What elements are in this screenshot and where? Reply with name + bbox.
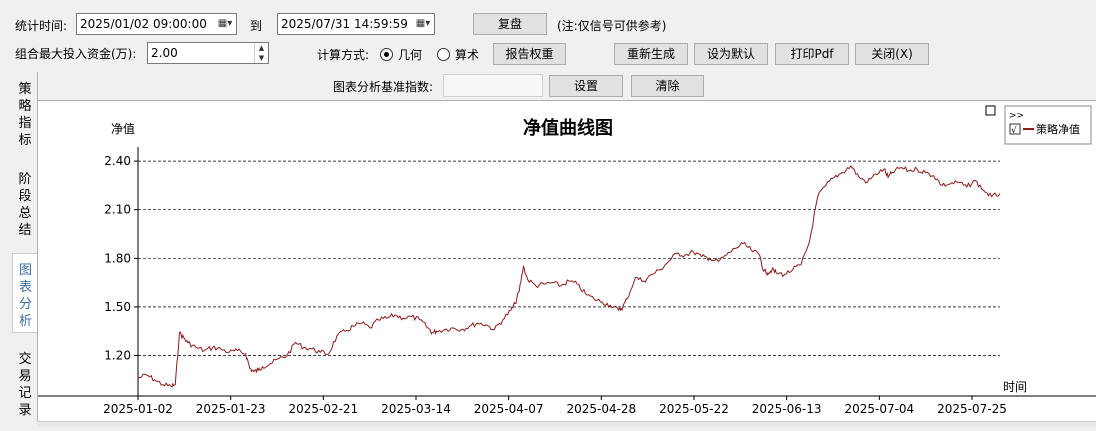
tab-phase-summary[interactable]: 阶段总结 [12, 171, 38, 243]
end-datetime-value: 2025/07/31 14:59:59 [281, 17, 408, 31]
end-datetime-input[interactable]: 2025/07/31 14:59:59 ▦▾ [277, 13, 435, 35]
tab-char: 图 [18, 263, 32, 278]
tab-char: 析 [18, 314, 32, 329]
tab-char: 指 [18, 116, 32, 131]
x-tick-label: 2025-04-07 [474, 402, 544, 416]
calc-geometric-radio[interactable] [380, 48, 393, 61]
calc-method-label: 计算方式: [317, 48, 370, 62]
legend-series-name: 策略净值 [1036, 122, 1080, 136]
tab-char: 分 [18, 297, 32, 312]
x-tick-label: 2025-01-02 [103, 402, 173, 416]
to-label: 到 [250, 19, 263, 33]
tab-char: 标 [18, 133, 32, 148]
replay-button[interactable]: 复盘 [473, 13, 547, 35]
x-tick-label: 2025-05-22 [659, 402, 729, 416]
x-tick-label: 2025-03-14 [381, 402, 451, 416]
y-tick-label: 1.80 [104, 251, 131, 265]
x-tick-label: 2025-07-04 [844, 402, 914, 416]
legend-expand[interactable]: >> [1009, 111, 1024, 121]
maximize-icon[interactable] [985, 105, 996, 116]
tab-trade-records[interactable]: 交易记录 [12, 351, 38, 423]
net-value-chart: 净值曲线图 净值 时间 2.40 2.10 1.80 1.50 1.20 2025-01-… [38, 105, 1096, 416]
regenerate-button[interactable]: 重新生成 [614, 43, 688, 65]
y-axis-label: 净值 [111, 121, 135, 136]
calendar-dropdown-icon[interactable]: ▦▾ [413, 15, 433, 33]
print-pdf-button[interactable]: 打印Pdf [775, 43, 849, 65]
y-tick-label: 1.20 [104, 349, 131, 363]
x-tick-label: 2025-01-23 [196, 402, 266, 416]
tab-char: 交 [18, 352, 32, 367]
max-capital-label: 组合最大投入资金(万): [15, 47, 137, 61]
x-axis-label: 时间 [1003, 380, 1027, 394]
set-default-button[interactable]: 设为默认 [694, 43, 768, 65]
calc-geometric-label: 几何 [398, 48, 423, 62]
tab-char: 阶 [18, 172, 32, 187]
benchmark-input[interactable] [443, 74, 543, 97]
calendar-dropdown-icon[interactable]: ▦▾ [215, 15, 235, 33]
tab-strategy-metrics[interactable]: 策略指标 [12, 81, 38, 153]
tab-char: 易 [18, 369, 32, 384]
note-text: (注:仅信号可供参考) [557, 19, 667, 33]
tab-char: 录 [18, 403, 32, 418]
x-tick-label: 2025-02-21 [288, 402, 358, 416]
stat-time-label: 统计时间: [15, 19, 68, 33]
calc-arithmetic-radio[interactable] [437, 48, 450, 61]
net-value-series-line [137, 165, 1001, 388]
tab-char: 段 [18, 189, 32, 204]
tab-char: 略 [18, 99, 32, 114]
x-tick-label: 2025-04-28 [566, 402, 636, 416]
tab-char: 记 [18, 386, 32, 401]
legend: >> √ 策略净值 [1004, 105, 1092, 145]
y-tick-label: 1.50 [104, 300, 131, 314]
x-tick-label: 2025-06-13 [752, 402, 822, 416]
y-tick-label: 2.10 [104, 203, 131, 217]
tab-char: 结 [18, 223, 32, 238]
x-tick-label: 2025-07-25 [937, 402, 1007, 416]
max-capital-input[interactable]: 2.00 ▲ ▼ [147, 42, 269, 64]
tab-char: 总 [18, 206, 32, 221]
start-datetime-value: 2025/01/02 09:00:00 [80, 17, 207, 31]
report-weight-button[interactable]: 报告权重 [493, 43, 566, 65]
max-capital-value: 2.00 [151, 46, 178, 60]
horizontal-scrollbar[interactable] [37, 421, 1096, 427]
chart-panel: 净值曲线图 净值 时间 2.40 2.10 1.80 1.50 1.20 2025-01-… [37, 100, 1096, 427]
clear-button[interactable]: 清除 [631, 75, 704, 97]
tab-chart-analysis[interactable]: 图表分析 [12, 253, 38, 333]
spin-down-icon[interactable]: ▼ [255, 53, 268, 63]
start-datetime-input[interactable]: 2025/01/02 09:00:00 ▦▾ [76, 13, 237, 35]
legend-check-mark: √ [1011, 125, 1017, 136]
spin-up-icon[interactable]: ▲ [255, 43, 268, 53]
close-button[interactable]: 关闭(X) [855, 43, 929, 65]
calc-arithmetic-label: 算术 [455, 48, 480, 62]
y-tick-label: 2.40 [104, 154, 131, 168]
settings-button[interactable]: 设置 [549, 75, 623, 97]
spin-buttons[interactable]: ▲ ▼ [254, 43, 268, 63]
benchmark-label: 图表分析基准指数: [333, 80, 434, 94]
chart-title: 净值曲线图 [523, 117, 613, 139]
tab-char: 策 [18, 82, 32, 97]
tab-char: 表 [18, 280, 32, 295]
